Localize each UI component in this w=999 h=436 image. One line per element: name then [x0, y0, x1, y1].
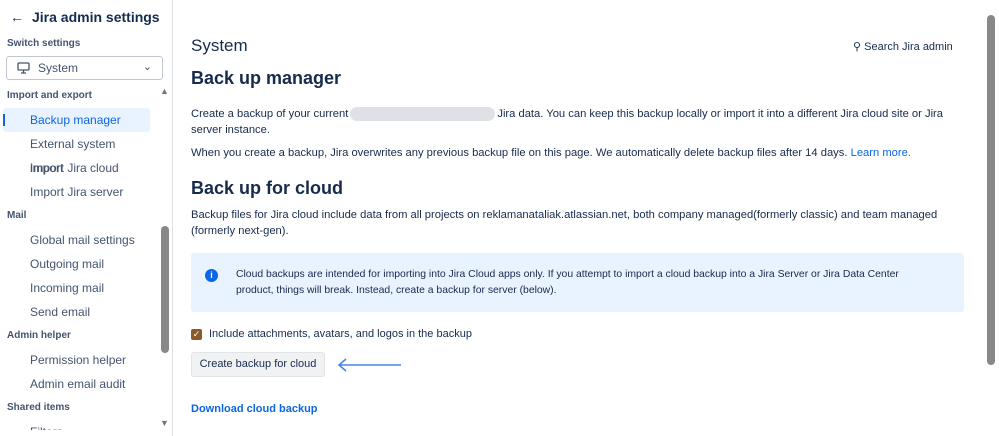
- page-title: System: [191, 36, 248, 55]
- sidebar-nav: Import and export Backup manager Externa…: [0, 84, 160, 430]
- sidebar-item-global-mail[interactable]: Global mail settings: [3, 228, 150, 252]
- backup-cloud-heading: Back up for cloud: [191, 178, 344, 198]
- sidebar-item-import-server[interactable]: Import Jira server: [3, 180, 150, 204]
- group-shared-items: Shared items: [7, 402, 70, 413]
- sidebar-item-import-cloud[interactable]: Import Jira cloud: [3, 156, 150, 180]
- sidebar: ← Jira admin settings Switch settings Sy…: [0, 0, 173, 436]
- include-attachments-checkbox[interactable]: ✓ Include attachments, avatars, and logo…: [191, 328, 472, 340]
- search-icon: ⚲: [853, 41, 862, 53]
- info-icon: i: [205, 269, 218, 282]
- search-jira-admin[interactable]: ⚲ Search Jira admin: [853, 40, 953, 53]
- redacted-site: [350, 107, 496, 122]
- sidebar-title: Jira admin settings: [32, 9, 160, 25]
- sidebar-item-outgoing-mail[interactable]: Outgoing mail: [3, 252, 150, 276]
- monitor-icon: [17, 62, 30, 74]
- sidebar-item-backup-manager[interactable]: Backup manager: [3, 108, 150, 132]
- settings-select[interactable]: System ⌄: [6, 56, 163, 80]
- select-value: System: [38, 61, 79, 75]
- group-admin-helper: Admin helper: [7, 330, 71, 341]
- backup-manager-heading: Back up manager: [191, 68, 342, 88]
- info-text: Cloud backups are intended for importing…: [236, 269, 899, 296]
- learn-more-link[interactable]: Learn more.: [851, 147, 911, 159]
- download-cloud-backup-link[interactable]: Download cloud backup: [191, 403, 318, 415]
- sidebar-header: ← Jira admin settings: [10, 9, 160, 25]
- scroll-down-icon[interactable]: ▼: [160, 418, 169, 428]
- group-mail: Mail: [7, 210, 27, 221]
- search-label: Search Jira admin: [864, 41, 953, 53]
- cloud-description: Backup files for Jira cloud include data…: [191, 209, 938, 237]
- overwrite-text: When you create a backup, Jira overwrite…: [191, 145, 971, 161]
- create-backup-button[interactable]: Create backup for cloud: [191, 352, 325, 377]
- page-scrollbar[interactable]: [987, 15, 995, 365]
- sidebar-item-permission-helper[interactable]: Permission helper: [3, 348, 150, 372]
- sidebar-item-external-import[interactable]: External system import: [3, 132, 150, 175]
- sidebar-item-filters[interactable]: Filters: [3, 420, 150, 430]
- checkbox-label: Include attachments, avatars, and logos …: [209, 328, 472, 340]
- sidebar-item-incoming-mail[interactable]: Incoming mail: [3, 276, 150, 300]
- back-arrow-icon[interactable]: ←: [10, 9, 24, 25]
- sidebar-scrollbar[interactable]: [161, 226, 169, 353]
- checkbox-checked-icon[interactable]: ✓: [191, 328, 202, 340]
- sidebar-item-email-audit[interactable]: Admin email audit: [3, 372, 150, 396]
- sidebar-item-send-email[interactable]: Send email: [3, 300, 150, 324]
- arrow-left-icon: [337, 358, 401, 372]
- chevron-down-icon: ⌄: [142, 61, 152, 73]
- switch-settings-label: Switch settings: [7, 38, 81, 49]
- intro-text: Create a backup of your current Jira data…: [191, 106, 971, 138]
- group-import-export: Import and export: [7, 90, 93, 101]
- info-banner: i Cloud backups are intended for importi…: [191, 253, 964, 312]
- overwrite-label: When you create a backup, Jira overwrite…: [191, 147, 848, 159]
- intro-part1: Create a backup of your current: [191, 108, 349, 120]
- scroll-up-icon[interactable]: ▲: [160, 86, 169, 96]
